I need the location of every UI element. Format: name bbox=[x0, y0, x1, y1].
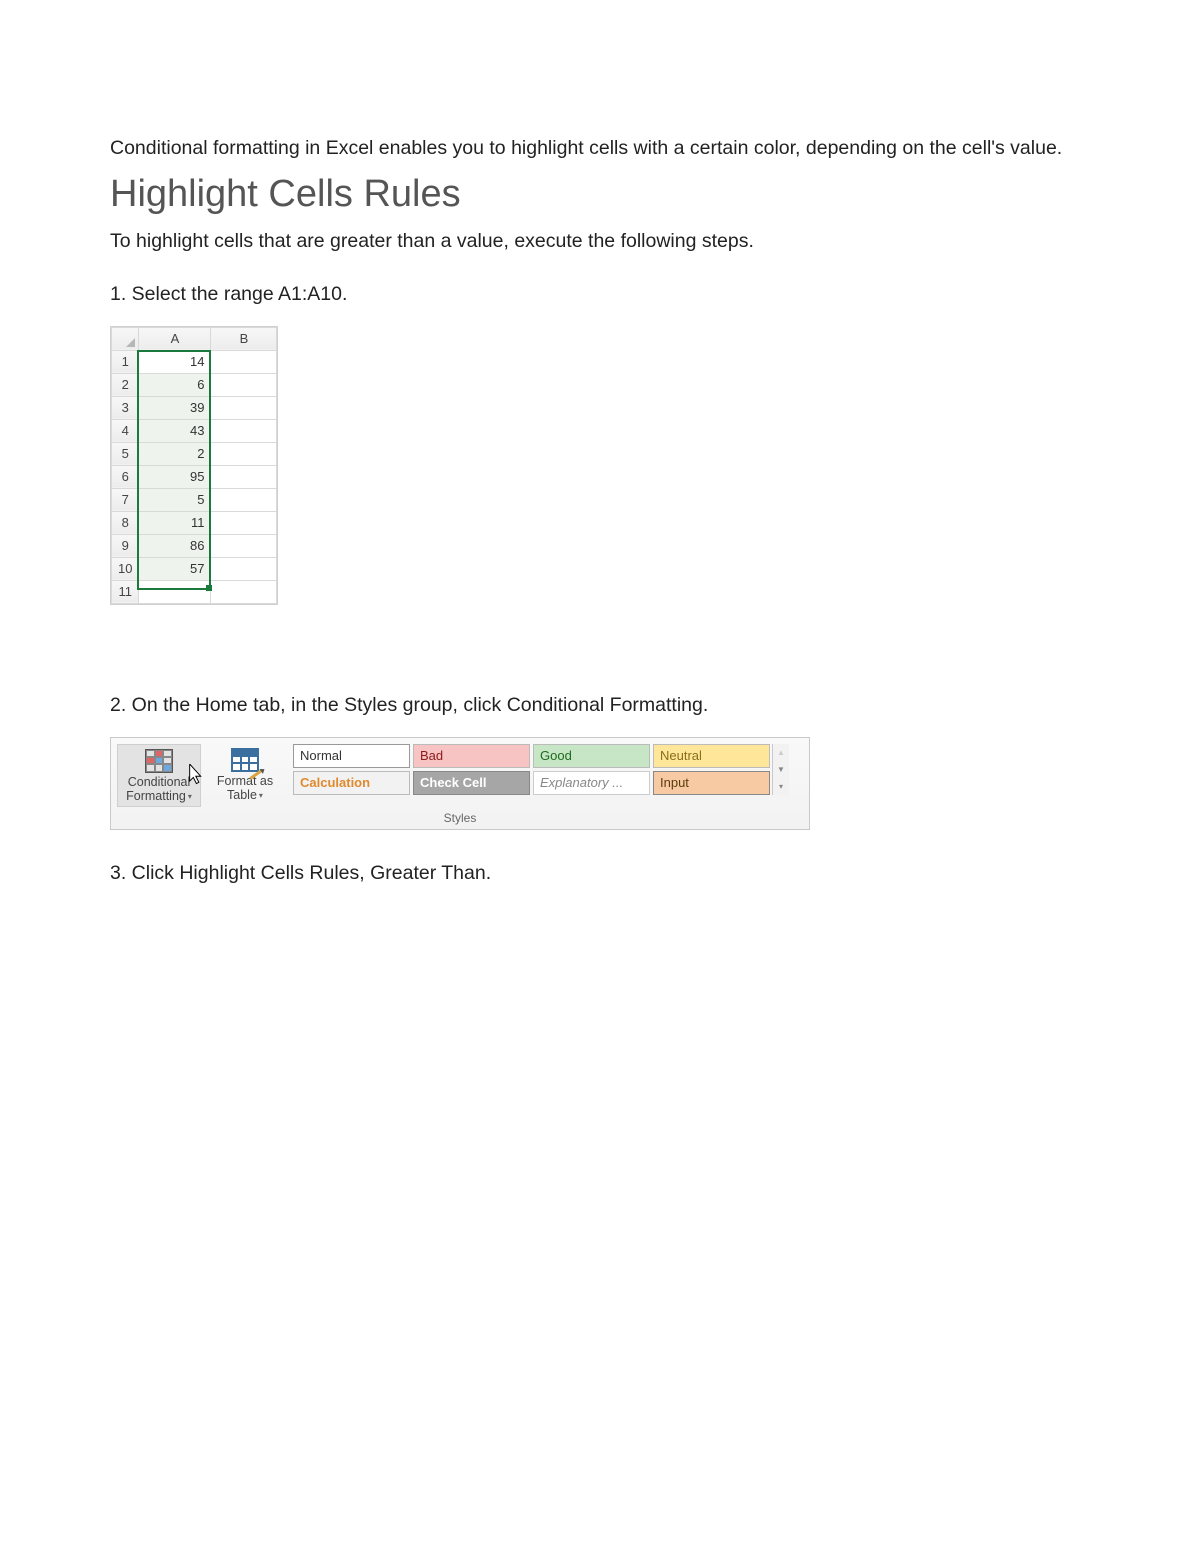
cell-a8[interactable]: 11 bbox=[139, 511, 211, 534]
cell-a10[interactable]: 57 bbox=[139, 557, 211, 580]
intro-text: Conditional formatting in Excel enables … bbox=[110, 130, 1100, 167]
row-header[interactable]: 1 bbox=[112, 350, 139, 373]
row-header[interactable]: 4 bbox=[112, 419, 139, 442]
cell-a4[interactable]: 43 bbox=[139, 419, 211, 442]
row-header[interactable]: 9 bbox=[112, 534, 139, 557]
gallery-scroll: ▲ ▼ ▾ bbox=[772, 744, 789, 795]
row-header[interactable]: 5 bbox=[112, 442, 139, 465]
spreadsheet-sample: A B 114 26 339 443 52 695 75 811 986 105… bbox=[110, 326, 278, 610]
row-header[interactable]: 8 bbox=[112, 511, 139, 534]
format-as-table-button[interactable]: Format as Table▾ bbox=[201, 744, 289, 805]
ribbon-styles-group: Conditional Formatting▾ Format as bbox=[110, 737, 810, 830]
cell-b6[interactable] bbox=[211, 465, 277, 488]
cell-style-explanatory[interactable]: Explanatory ... bbox=[533, 771, 650, 795]
format-as-table-label-1: Format as bbox=[217, 774, 273, 788]
cell-a3[interactable]: 39 bbox=[139, 396, 211, 419]
step-3-text: 3. Click Highlight Cells Rules, Greater … bbox=[110, 856, 1100, 891]
step-2-text: 2. On the Home tab, in the Styles group,… bbox=[110, 688, 1100, 723]
cell-b3[interactable] bbox=[211, 396, 277, 419]
row-header[interactable]: 10 bbox=[112, 557, 139, 580]
cell-b2[interactable] bbox=[211, 373, 277, 396]
row-header[interactable]: 3 bbox=[112, 396, 139, 419]
dropdown-icon: ▾ bbox=[259, 791, 263, 800]
format-as-table-label-2: Table bbox=[227, 788, 257, 802]
cell-style-bad[interactable]: Bad bbox=[413, 744, 530, 768]
format-as-table-icon bbox=[231, 748, 259, 772]
cell-b4[interactable] bbox=[211, 419, 277, 442]
gallery-expand-button[interactable]: ▾ bbox=[773, 778, 789, 795]
dropdown-icon: ▾ bbox=[188, 792, 192, 801]
row-header[interactable]: 11 bbox=[112, 580, 139, 603]
cell-a5[interactable]: 2 bbox=[139, 442, 211, 465]
cell-a9[interactable]: 86 bbox=[139, 534, 211, 557]
cell-styles-gallery: Normal Bad Good Neutral Calculation Chec… bbox=[293, 744, 770, 795]
conditional-formatting-icon bbox=[145, 749, 173, 773]
cell-a7[interactable]: 5 bbox=[139, 488, 211, 511]
select-all-corner[interactable] bbox=[112, 327, 139, 350]
column-header-a[interactable]: A bbox=[139, 327, 211, 350]
conditional-formatting-label-1: Conditional bbox=[128, 775, 191, 789]
cell-a2[interactable]: 6 bbox=[139, 373, 211, 396]
cell-a6[interactable]: 95 bbox=[139, 465, 211, 488]
cell-style-neutral[interactable]: Neutral bbox=[653, 744, 770, 768]
cell-a1[interactable]: 14 bbox=[139, 350, 211, 373]
section-subintro: To highlight cells that are greater than… bbox=[110, 224, 1100, 259]
gallery-scroll-up-button[interactable]: ▲ bbox=[773, 744, 789, 761]
row-header[interactable]: 2 bbox=[112, 373, 139, 396]
row-header[interactable]: 7 bbox=[112, 488, 139, 511]
cell-b11[interactable] bbox=[211, 580, 277, 603]
conditional-formatting-button[interactable]: Conditional Formatting▾ bbox=[117, 744, 201, 807]
cell-style-input[interactable]: Input bbox=[653, 771, 770, 795]
cell-style-good[interactable]: Good bbox=[533, 744, 650, 768]
ribbon-group-label: Styles bbox=[117, 807, 803, 827]
row-header[interactable]: 6 bbox=[112, 465, 139, 488]
cell-b7[interactable] bbox=[211, 488, 277, 511]
cell-b5[interactable] bbox=[211, 442, 277, 465]
cell-style-check-cell[interactable]: Check Cell bbox=[413, 771, 530, 795]
gallery-scroll-down-button[interactable]: ▼ bbox=[773, 761, 789, 778]
cell-b10[interactable] bbox=[211, 557, 277, 580]
section-heading: Highlight Cells Rules bbox=[110, 173, 1100, 216]
cell-style-calculation[interactable]: Calculation bbox=[293, 771, 410, 795]
step-1-text: 1. Select the range A1:A10. bbox=[110, 277, 1100, 312]
cell-a11[interactable] bbox=[139, 580, 211, 603]
cell-b1[interactable] bbox=[211, 350, 277, 373]
cell-style-normal[interactable]: Normal bbox=[293, 744, 410, 768]
conditional-formatting-label-2: Formatting bbox=[126, 789, 186, 803]
cell-b8[interactable] bbox=[211, 511, 277, 534]
column-header-b[interactable]: B bbox=[211, 327, 277, 350]
cell-b9[interactable] bbox=[211, 534, 277, 557]
